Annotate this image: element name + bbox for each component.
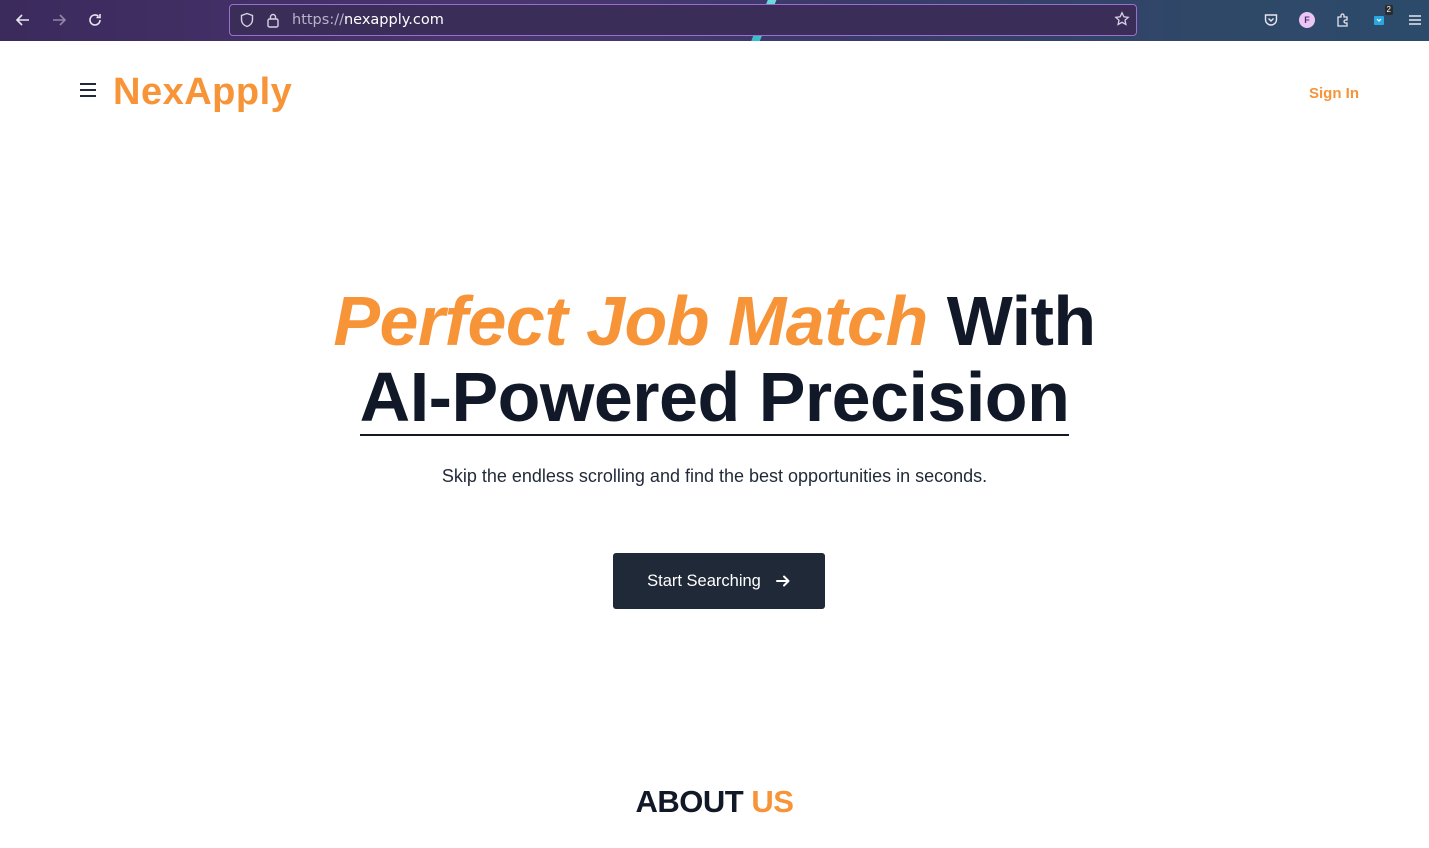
app-menu-button[interactable] <box>1403 8 1427 32</box>
pocket-button[interactable] <box>1259 8 1283 32</box>
menu-bar <box>80 83 96 85</box>
profile-icon: F <box>1299 12 1315 28</box>
shield-icon[interactable] <box>234 12 260 28</box>
browser-toolbar: https://nexapply.com F 2 <box>0 0 1429 41</box>
extension-badge: 2 <box>1384 5 1393 15</box>
about-heading: ABOUT US <box>0 784 1429 820</box>
extensions-button[interactable] <box>1331 8 1355 32</box>
hero-title-line1: Perfect Job Match With <box>0 280 1429 362</box>
hero-title-line2: AI-Powered Precision <box>359 358 1070 436</box>
profile-button[interactable]: F <box>1295 8 1319 32</box>
reload-button[interactable] <box>83 8 107 32</box>
extensions-icon <box>1337 13 1348 27</box>
back-icon <box>15 14 29 26</box>
start-searching-button[interactable]: Start Searching <box>613 553 825 609</box>
hamburger-menu-icon[interactable] <box>80 83 96 97</box>
forward-button[interactable] <box>47 8 71 32</box>
pocket-icon <box>1264 14 1278 26</box>
url-scheme: https:// <box>292 12 344 28</box>
hero-title-dark: With <box>946 282 1096 360</box>
about-heading-accent: US <box>751 784 794 819</box>
extension-icon <box>1374 16 1384 25</box>
url-bar[interactable]: https://nexapply.com <box>229 4 1137 36</box>
sign-in-link[interactable]: Sign In <box>1309 85 1359 102</box>
reload-icon <box>89 14 101 26</box>
menu-icon <box>1409 15 1421 25</box>
forward-icon <box>53 14 67 26</box>
menu-bar <box>80 95 96 97</box>
site-header: NexApply Sign In <box>0 41 1429 141</box>
site-logo[interactable]: NexApply <box>113 71 292 114</box>
hero-subtitle: Skip the endless scrolling and find the … <box>441 466 988 486</box>
hero-title-accent: Perfect Job Match <box>333 282 928 360</box>
back-button[interactable] <box>11 8 35 32</box>
about-heading-dark: ABOUT <box>635 784 744 819</box>
bookmark-star-icon[interactable] <box>1114 11 1130 32</box>
url-text[interactable]: https://nexapply.com <box>292 12 444 28</box>
menu-bar <box>80 89 96 91</box>
lock-icon[interactable] <box>260 12 286 28</box>
extension-button[interactable]: 2 <box>1367 5 1393 32</box>
hero-section: Perfect Job Match With AI-Powered Precis… <box>0 280 1429 487</box>
arrow-right-icon <box>775 575 790 587</box>
cta-label: Start Searching <box>647 571 761 590</box>
url-host: nexapply.com <box>343 12 444 28</box>
